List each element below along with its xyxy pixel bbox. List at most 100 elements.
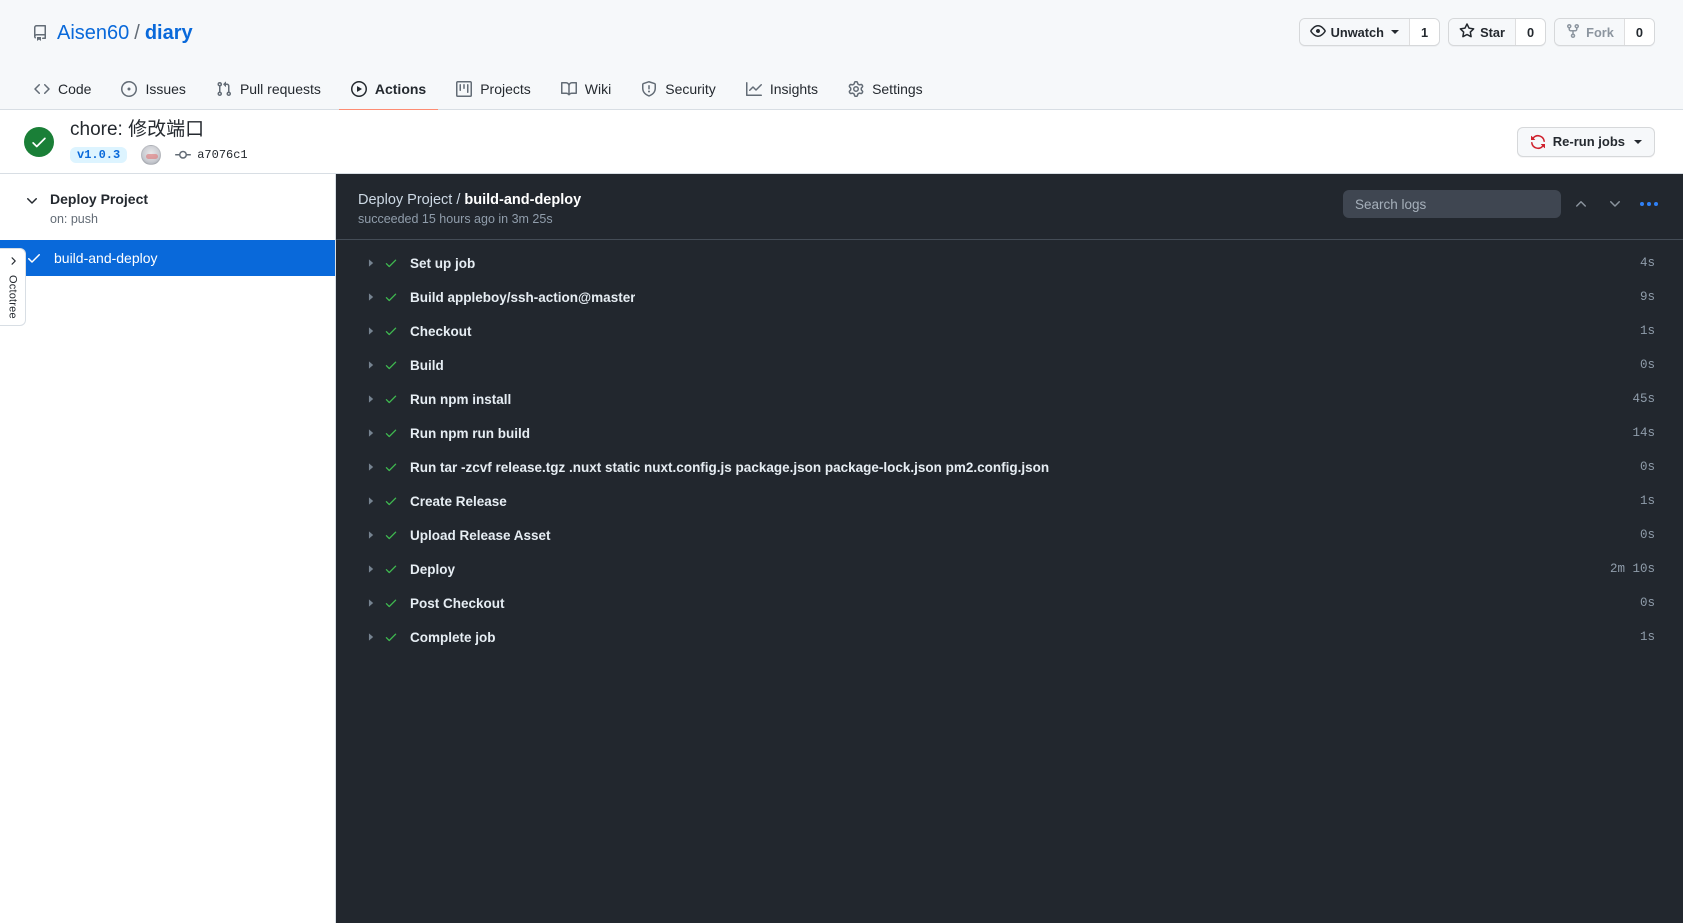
log-step-row[interactable]: Upload Release Asset 0s bbox=[336, 518, 1683, 552]
star-button[interactable]: Star bbox=[1449, 19, 1516, 45]
nav-tab-pull-requests[interactable]: Pull requests bbox=[204, 73, 333, 111]
workflow-summary[interactable]: Deploy Project on: push bbox=[0, 174, 335, 240]
nav-tab-security[interactable]: Security bbox=[629, 73, 728, 111]
log-step-row[interactable]: Build 0s bbox=[336, 348, 1683, 382]
expand-step-icon[interactable] bbox=[366, 360, 384, 370]
nav-tab-code[interactable]: Code bbox=[22, 73, 103, 111]
nav-tab-issues[interactable]: Issues bbox=[109, 73, 197, 111]
nav-tab-projects-label: Projects bbox=[480, 81, 531, 97]
release-tag-badge[interactable]: v1.0.3 bbox=[70, 146, 128, 163]
sync-icon bbox=[1530, 134, 1546, 150]
step-status-success-icon bbox=[384, 290, 410, 304]
nav-tab-issues-label: Issues bbox=[145, 81, 186, 97]
log-header-text: Deploy Project / build-and-deploy succee… bbox=[358, 192, 581, 226]
workflow-name: Deploy Project bbox=[50, 191, 149, 207]
log-step-duration: 14s bbox=[1632, 426, 1655, 440]
log-step-name: Build appleboy/ssh-action@master bbox=[410, 289, 636, 305]
avatar[interactable] bbox=[141, 144, 162, 165]
step-status-success-icon bbox=[384, 324, 410, 338]
expand-step-icon[interactable] bbox=[366, 530, 384, 540]
rerun-jobs-button[interactable]: Re-run jobs bbox=[1516, 126, 1655, 157]
log-step-row[interactable]: Deploy 2m 10s bbox=[336, 552, 1683, 586]
log-step-row[interactable]: Run npm run build 14s bbox=[336, 416, 1683, 450]
graph-icon bbox=[745, 81, 762, 97]
nav-tab-insights[interactable]: Insights bbox=[734, 73, 830, 111]
watch-count: 1 bbox=[1408, 19, 1440, 45]
log-step-duration: 0s bbox=[1639, 460, 1655, 474]
log-step-row[interactable]: Set up job 4s bbox=[336, 246, 1683, 280]
log-step-duration: 1s bbox=[1639, 324, 1655, 338]
expand-step-icon[interactable] bbox=[366, 496, 384, 506]
octotree-toggle[interactable]: Octotree bbox=[0, 248, 26, 326]
expand-step-icon[interactable] bbox=[366, 292, 384, 302]
expand-step-icon[interactable] bbox=[366, 428, 384, 438]
log-step-row[interactable]: Run npm install 45s bbox=[336, 382, 1683, 416]
repo-breadcrumb-separator: / bbox=[134, 21, 140, 44]
fork-count: 0 bbox=[1623, 19, 1654, 45]
eye-icon bbox=[1309, 23, 1326, 42]
gear-icon bbox=[848, 81, 864, 97]
log-step-row[interactable]: Complete job 1s bbox=[336, 620, 1683, 654]
expand-step-icon[interactable] bbox=[366, 462, 384, 472]
log-run-status: succeeded 15 hours ago in 3m 25s bbox=[358, 212, 553, 226]
expand-step-icon[interactable] bbox=[366, 564, 384, 574]
sidebar-job-build-and-deploy[interactable]: build-and-deploy bbox=[0, 239, 335, 276]
workflow-summary-text: Deploy Project on: push bbox=[50, 190, 148, 226]
fork-button-group[interactable]: Fork 0 bbox=[1554, 18, 1655, 46]
chevron-down-icon bbox=[1390, 30, 1399, 34]
nav-tab-actions[interactable]: Actions bbox=[338, 73, 439, 111]
log-step-row[interactable]: Run tar -zcvf release.tgz .nuxt static n… bbox=[336, 450, 1683, 484]
search-logs-input[interactable] bbox=[1343, 190, 1561, 218]
log-step-name: Upload Release Asset bbox=[410, 527, 551, 543]
log-step-duration: 4s bbox=[1639, 256, 1655, 270]
log-step-row[interactable]: Build appleboy/ssh-action@master 9s bbox=[336, 280, 1683, 314]
scroll-up-button[interactable] bbox=[1567, 190, 1595, 218]
nav-tab-settings[interactable]: Settings bbox=[836, 73, 935, 111]
log-step-duration: 0s bbox=[1639, 596, 1655, 610]
expand-step-icon[interactable] bbox=[366, 598, 384, 608]
kebab-dot bbox=[1654, 202, 1658, 206]
log-header: Deploy Project / build-and-deploy succee… bbox=[336, 174, 1683, 240]
log-breadcrumb-workflow[interactable]: Deploy Project bbox=[358, 192, 452, 208]
workflow-trigger: on: push bbox=[50, 211, 98, 226]
nav-tab-wiki[interactable]: Wiki bbox=[549, 73, 623, 111]
nav-tab-settings-label: Settings bbox=[872, 81, 923, 97]
expand-step-icon[interactable] bbox=[366, 394, 384, 404]
log-step-row[interactable]: Post Checkout 0s bbox=[336, 586, 1683, 620]
log-options-button[interactable] bbox=[1635, 190, 1663, 218]
commit-reference[interactable]: a7076c1 bbox=[175, 147, 248, 163]
nav-tab-projects[interactable]: Projects bbox=[444, 73, 543, 111]
check-icon bbox=[26, 250, 42, 266]
log-step-name: Deploy bbox=[410, 561, 456, 577]
star-button-group[interactable]: Star 0 bbox=[1448, 18, 1547, 46]
log-step-list: Set up job 4s Build appleboy/ssh-action@ma… bbox=[336, 240, 1683, 923]
sidebar-job-label: build-and-deploy bbox=[54, 249, 158, 266]
log-toolbar bbox=[1343, 190, 1663, 218]
fork-button[interactable]: Fork bbox=[1555, 19, 1624, 45]
step-status-success-icon bbox=[384, 426, 410, 440]
step-status-success-icon bbox=[384, 630, 410, 644]
star-icon bbox=[1459, 22, 1475, 42]
log-step-row[interactable]: Create Release 1s bbox=[336, 484, 1683, 518]
git-commit-icon bbox=[175, 147, 192, 163]
log-step-duration: 0s bbox=[1639, 528, 1655, 542]
scroll-down-button[interactable] bbox=[1601, 190, 1629, 218]
nav-tab-insights-label: Insights bbox=[769, 81, 819, 97]
step-status-success-icon bbox=[384, 596, 410, 610]
repo-owner-link[interactable]: Aisen60 bbox=[57, 21, 129, 45]
unwatch-button[interactable]: Unwatch bbox=[1299, 19, 1409, 45]
repo-name-link[interactable]: diary bbox=[145, 22, 193, 45]
chevron-down-icon[interactable] bbox=[24, 193, 40, 209]
log-step-duration: 0s bbox=[1639, 358, 1655, 372]
log-panel: Deploy Project / build-and-deploy succee… bbox=[336, 174, 1683, 923]
expand-step-icon[interactable] bbox=[366, 632, 384, 642]
log-step-row[interactable]: Checkout 1s bbox=[336, 314, 1683, 348]
watch-button-group[interactable]: Unwatch 1 bbox=[1298, 18, 1441, 46]
fork-label: Fork bbox=[1586, 24, 1614, 40]
run-subtitle: v1.0.3 a7076c1 bbox=[70, 144, 248, 165]
code-icon bbox=[34, 81, 50, 97]
expand-step-icon[interactable] bbox=[366, 326, 384, 336]
expand-step-icon[interactable] bbox=[366, 258, 384, 268]
nav-tab-security-label: Security bbox=[665, 81, 716, 97]
run-status-icon bbox=[24, 126, 54, 157]
